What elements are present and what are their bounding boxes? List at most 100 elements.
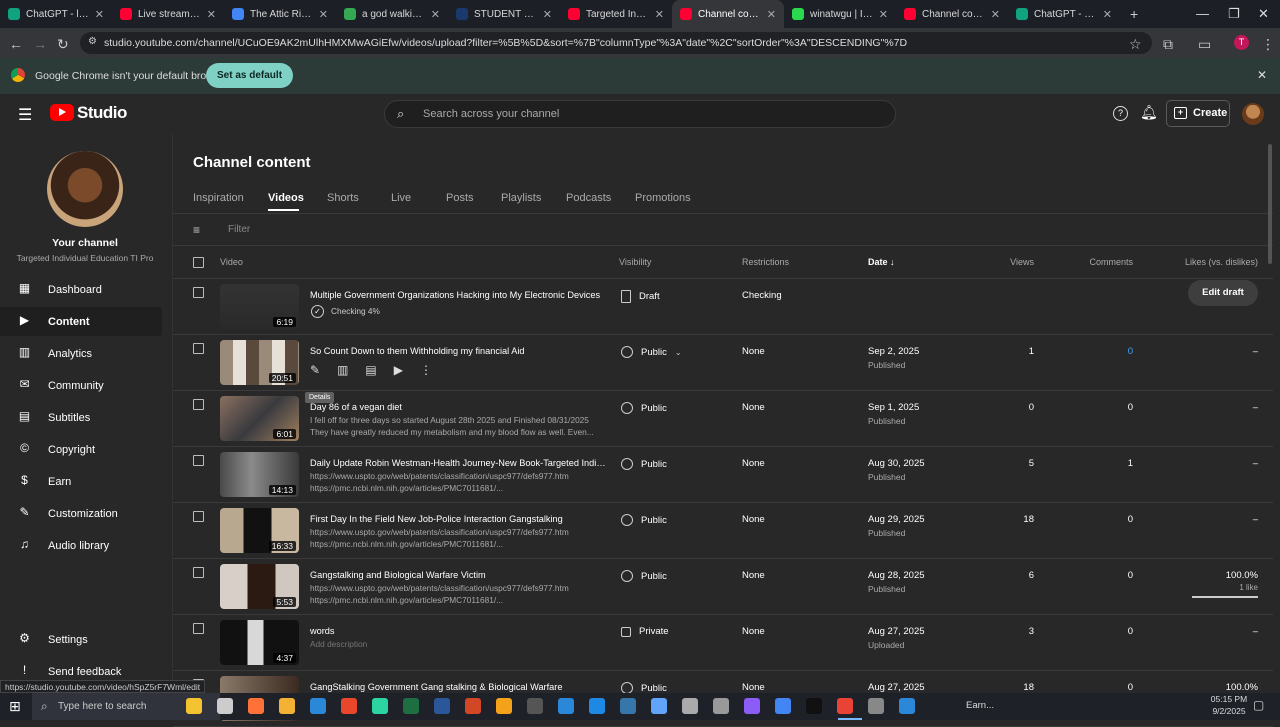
site-info-icon[interactable]: ⚙	[88, 36, 97, 47]
tab-close-icon[interactable]: ✕	[655, 8, 664, 21]
column-views[interactable]: Views	[973, 257, 1034, 267]
browser-tab[interactable]: a god walking the✕	[336, 0, 448, 28]
taskbar-app-icon[interactable]	[248, 698, 264, 714]
column-comments[interactable]: Comments	[1073, 257, 1133, 267]
select-all-checkbox[interactable]	[193, 257, 204, 268]
view-on-youtube-icon[interactable]: ▶	[394, 363, 403, 377]
taskbar-app-icon[interactable]	[434, 698, 450, 714]
tab-close-icon[interactable]: ✕	[1103, 8, 1112, 21]
account-avatar[interactable]	[1242, 103, 1264, 125]
windows-start-icon[interactable]: ⊞	[9, 698, 21, 715]
new-tab-icon[interactable]: +	[1130, 6, 1138, 22]
taskbar-app-icon[interactable]	[496, 698, 512, 714]
chevron-down-icon[interactable]: ⌄	[675, 348, 682, 357]
browser-tab[interactable]: winatwgu | Instag✕	[784, 0, 896, 28]
main-scrollbar[interactable]	[1268, 144, 1272, 264]
video-title[interactable]: First Day In the Field New Job-Police In…	[310, 514, 610, 524]
tab-close-icon[interactable]: ✕	[767, 8, 776, 21]
sidebar-item-earn[interactable]: $ Earn	[0, 467, 162, 496]
video-thumbnail[interactable]: 6:19	[220, 284, 299, 329]
video-title[interactable]: Multiple Government Organizations Hackin…	[310, 290, 610, 300]
minimize-icon[interactable]: —	[1196, 6, 1209, 21]
close-infobar-icon[interactable]: ✕	[1257, 68, 1267, 82]
row-checkbox[interactable]	[193, 287, 204, 298]
tab-close-icon[interactable]: ✕	[319, 8, 328, 21]
visibility-cell[interactable]: Public ⌄	[621, 346, 682, 358]
maximize-icon[interactable]: ❐	[1228, 6, 1240, 22]
channel-avatar[interactable]	[47, 151, 123, 227]
video-title[interactable]: Daily Update Robin Westman-Health Journe…	[310, 458, 610, 468]
video-thumbnail[interactable]: 4:37	[220, 620, 299, 665]
taskbar-app-icon[interactable]	[868, 698, 884, 714]
video-thumbnail[interactable]: 6:01	[220, 396, 299, 441]
extensions-icon[interactable]: ⧉	[1163, 36, 1173, 53]
video-title[interactable]: GangStalking Government Gang stalking & …	[310, 682, 610, 692]
table-row[interactable]: 5:53 Gangstalking and Biological Warfare …	[173, 559, 1273, 615]
browser-tab[interactable]: Targeted Individu✕	[560, 0, 672, 28]
comments-cell[interactable]: 1	[1073, 458, 1133, 469]
taskbar-app-icon[interactable]	[403, 698, 419, 714]
taskbar-app-icon[interactable]	[217, 698, 233, 714]
close-window-icon[interactable]: ✕	[1258, 6, 1269, 22]
taskbar-app-icon[interactable]	[620, 698, 636, 714]
row-checkbox[interactable]	[193, 623, 204, 634]
more-options-icon[interactable]: ⋮	[420, 363, 432, 377]
sidebar-item-analytics[interactable]: ▥ Analytics	[0, 339, 162, 368]
taskbar-app-icon[interactable]	[899, 698, 915, 714]
views-cell[interactable]: 18	[973, 682, 1034, 693]
row-checkbox[interactable]	[193, 567, 204, 578]
tab-inspiration[interactable]: Inspiration	[193, 192, 244, 204]
sidebar-item-customization[interactable]: ✎ Customization	[0, 499, 162, 528]
comments-cell[interactable]: 0	[1073, 570, 1133, 581]
tab-close-icon[interactable]: ✕	[95, 8, 104, 21]
sidebar-item-settings[interactable]: ⚙ Settings	[0, 625, 162, 654]
youtube-logo-icon[interactable]	[50, 104, 74, 121]
views-cell[interactable]: 5	[973, 458, 1034, 469]
taskbar-app-icon[interactable]	[310, 698, 326, 714]
details-pencil-icon[interactable]: ✎	[310, 363, 320, 377]
url-field[interactable]: studio.youtube.com/channel/UCuOE9AK2mUlh…	[80, 32, 1152, 54]
sidebar-item-content[interactable]: ▶ Content	[0, 307, 162, 336]
tab-shorts[interactable]: Shorts	[327, 192, 359, 204]
video-title[interactable]: words	[310, 626, 610, 636]
video-thumbnail[interactable]: 14:13	[220, 452, 299, 497]
taskbar-app-icon[interactable]	[372, 698, 388, 714]
edit-draft-button[interactable]: Edit draft	[1188, 280, 1258, 306]
taskbar-app-icon[interactable]	[713, 698, 729, 714]
row-checkbox[interactable]	[193, 455, 204, 466]
taskbar-app-icon[interactable]	[682, 698, 698, 714]
sidebar-item-copyright[interactable]: © Copyright	[0, 435, 162, 464]
tab-close-icon[interactable]: ✕	[879, 8, 888, 21]
views-cell[interactable]: 6	[973, 570, 1034, 581]
notifications-bell-icon[interactable]: 🔔︎	[1140, 104, 1158, 121]
tab-close-icon[interactable]: ✕	[207, 8, 216, 21]
create-button[interactable]: + Create	[1166, 100, 1230, 127]
sidebar-item-community[interactable]: ✉ Community	[0, 371, 162, 400]
forward-icon[interactable]: →	[33, 36, 47, 52]
taskbar-app-icon[interactable]	[775, 698, 791, 714]
row-checkbox[interactable]	[193, 343, 204, 354]
notification-center-icon[interactable]: ▢	[1253, 698, 1264, 712]
tab-podcasts[interactable]: Podcasts	[566, 192, 611, 204]
taskbar-app-icon[interactable]	[465, 698, 481, 714]
taskbar-app-icon[interactable]	[341, 698, 357, 714]
comments-cell[interactable]: 0	[1073, 346, 1133, 357]
cast-icon[interactable]: ▭	[1198, 36, 1211, 53]
profile-avatar[interactable]: T	[1234, 35, 1249, 50]
analytics-bar-icon[interactable]: ▥	[337, 363, 348, 377]
browser-tab[interactable]: ChatGPT - The Att✕	[1008, 0, 1120, 28]
reload-icon[interactable]: ↻	[57, 36, 69, 53]
taskbar-app-icon[interactable]	[558, 698, 574, 714]
taskbar-app-icon[interactable]	[589, 698, 605, 714]
sidebar-item-dashboard[interactable]: ▦ Dashboard	[0, 275, 162, 304]
browser-tab[interactable]: The Attic Rite: Vo✕	[224, 0, 336, 28]
help-icon[interactable]: ?	[1113, 106, 1128, 121]
table-row[interactable]: 6:01 Day 86 of a vegan diet I fell off for…	[173, 391, 1273, 447]
tab-playlists[interactable]: Playlists	[501, 192, 541, 204]
menu-icon[interactable]: ⋮	[1261, 36, 1275, 53]
taskbar-app-icon[interactable]	[837, 698, 853, 714]
video-title[interactable]: Day 86 of a vegan diet	[310, 402, 610, 412]
filter-input[interactable]: Filter	[228, 224, 250, 235]
taskbar-app-icon[interactable]	[744, 698, 760, 714]
browser-tab[interactable]: Live streaming ✕	[112, 0, 224, 28]
